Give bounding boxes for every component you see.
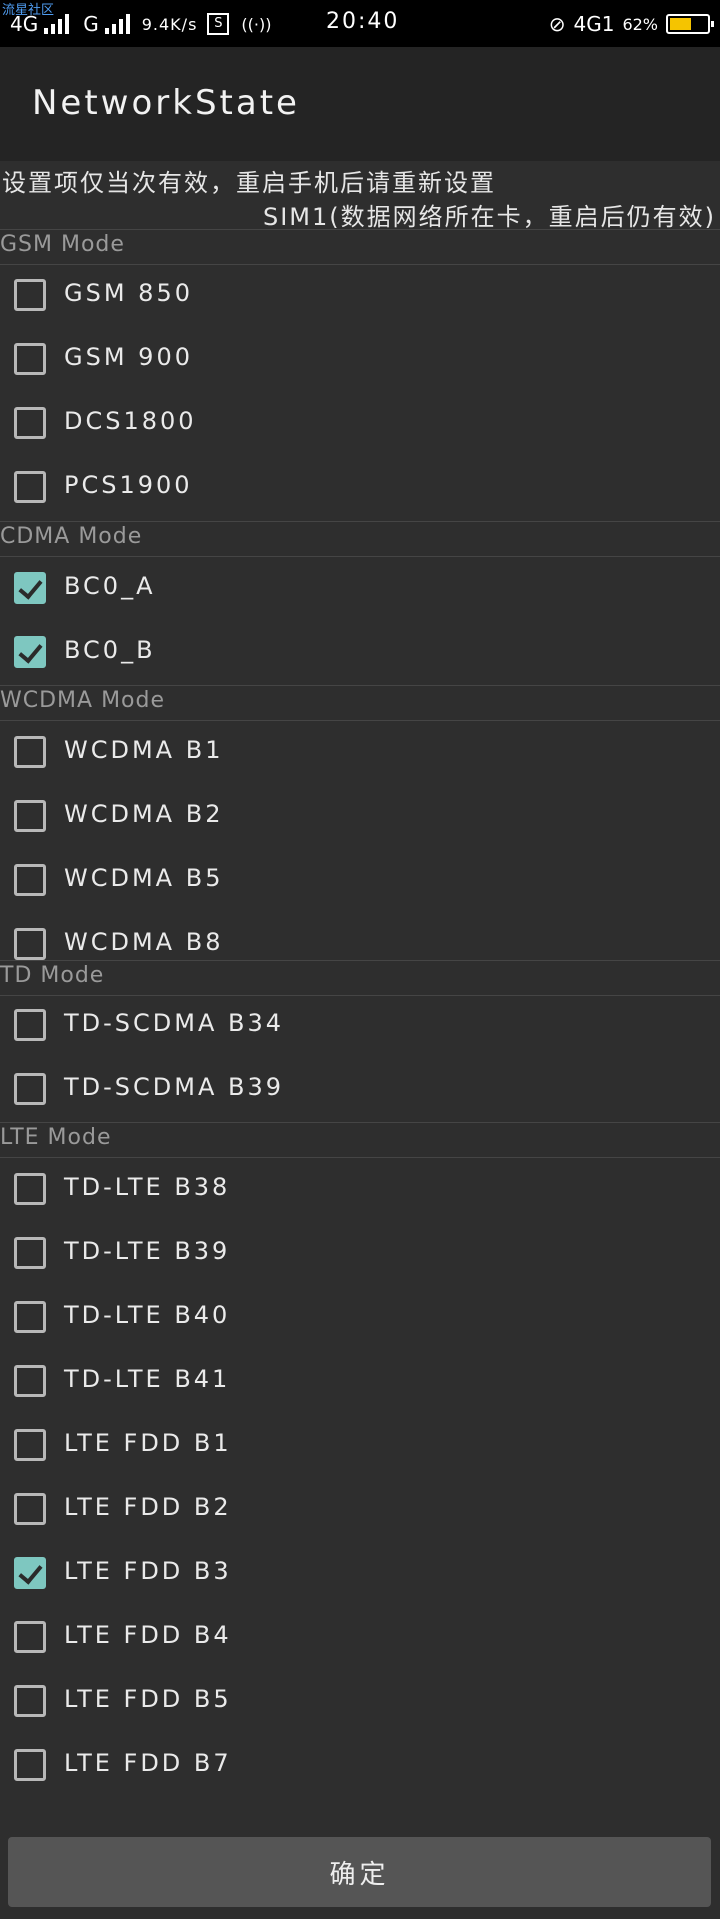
checkbox[interactable] [14,279,46,311]
band-option-label: LTE FDD B5 [64,1685,232,1713]
band-option-label: TD-LTE B39 [64,1237,231,1265]
app-title: NetworkState [32,83,300,123]
band-option-row[interactable]: WCDMA B5 [0,848,720,912]
band-option-label: TD-SCDMA B34 [64,1009,285,1037]
checkbox[interactable] [14,1237,46,1269]
notice-text: 设置项仅当次有效，重启手机后请重新设置 SIM1(数据网络所在卡，重启后仍有效) [0,161,720,231]
network-speed: 9.4K/s [141,14,198,34]
band-option-label: GSM 850 [64,279,193,307]
section-label: WCDMA Mode [0,688,166,713]
band-option-row[interactable]: LTE FDD B3 [0,1541,720,1605]
checkbox[interactable] [14,1429,46,1461]
status-right: ⊘ 4G1 62% [548,10,714,38]
status-left: 4G G 9.4K/s S ((·)) [10,10,271,38]
band-option-row[interactable]: LTE FDD B5 [0,1669,720,1733]
band-option-label: LTE FDD B7 [64,1749,232,1777]
checkbox[interactable] [14,864,46,896]
band-option-row[interactable]: BC0_A [0,556,720,620]
band-option-row[interactable]: LTE FDD B4 [0,1605,720,1669]
checkbox[interactable] [14,1685,46,1717]
section-label: CDMA Mode [0,524,143,549]
status-bar: 流星社区 4G G 9.4K/s S ((·)) 20:40 ⊘ 4G1 62% [0,0,720,47]
band-option-label: WCDMA B8 [64,928,224,956]
confirm-button[interactable]: 确定 [8,1837,711,1907]
mute-icon: ⊘ [548,12,566,36]
checkbox[interactable] [14,1621,46,1653]
network-type-1: 4G [10,12,39,36]
checkbox-checked[interactable] [14,572,46,604]
clock: 20:40 [326,9,400,34]
band-option-row[interactable]: LTE FDD B2 [0,1477,720,1541]
section-header-cdma: CDMA Mode [0,521,720,557]
band-option-label: GSM 900 [64,343,193,371]
s-app-icon: S [207,13,230,35]
checkbox[interactable] [14,343,46,375]
checkbox[interactable] [14,407,46,439]
band-option-row[interactable]: TD-LTE B39 [0,1221,720,1285]
signal-bars-icon [44,14,70,34]
section-header-lte: LTE Mode [0,1122,720,1158]
checkbox-checked[interactable] [14,1557,46,1589]
band-option-row[interactable]: TD-LTE B41 [0,1349,720,1413]
band-option-label: LTE FDD B1 [64,1429,232,1457]
checkbox[interactable] [14,800,46,832]
checkbox[interactable] [14,1173,46,1205]
band-option-row[interactable]: GSM 850 [0,263,720,327]
battery-percent: 62% [622,14,658,34]
band-option-label: LTE FDD B4 [64,1621,232,1649]
section-header-wcdma: WCDMA Mode [0,685,720,721]
notice-line-2: SIM1(数据网络所在卡，重启后仍有效) [262,203,716,231]
band-option-row[interactable]: PCS1900 [0,455,720,519]
section-header-gsm: GSM Mode [0,229,720,265]
network-type-right: 4G1 [573,12,615,36]
battery-fill [670,18,691,30]
band-option-row[interactable]: WCDMA B8 [0,912,720,976]
battery-icon [666,14,714,34]
notice-line-1: 设置项仅当次有效，重启手机后请重新设置 [2,169,496,197]
checkbox[interactable] [14,1365,46,1397]
hotspot-icon: ((·)) [241,14,272,34]
checkbox[interactable] [14,928,46,960]
band-option-row[interactable]: BC0_B [0,620,720,684]
checkbox[interactable] [14,1749,46,1781]
band-option-label: TD-SCDMA B39 [64,1073,285,1101]
band-option-label: BC0_B [64,636,156,664]
band-option-label: WCDMA B2 [64,800,224,828]
band-option-label: DCS1800 [64,407,197,435]
band-option-label: TD-LTE B38 [64,1173,231,1201]
band-option-label: WCDMA B1 [64,736,224,764]
band-option-row[interactable]: WCDMA B2 [0,784,720,848]
band-option-row[interactable]: TD-SCDMA B34 [0,993,720,1057]
band-option-label: WCDMA B5 [64,864,224,892]
checkbox[interactable] [14,1493,46,1525]
band-option-row[interactable]: WCDMA B1 [0,720,720,784]
band-option-row[interactable]: LTE FDD B7 [0,1733,720,1797]
app-bar: NetworkState [0,47,720,161]
section-label: GSM Mode [0,232,125,257]
band-option-row[interactable]: GSM 900 [0,327,720,391]
section-label: LTE Mode [0,1125,112,1150]
band-option-label: BC0_A [64,572,156,600]
checkbox[interactable] [14,471,46,503]
band-option-row[interactable]: DCS1800 [0,391,720,455]
checkbox[interactable] [14,736,46,768]
band-option-row[interactable]: TD-SCDMA B39 [0,1057,720,1121]
checkbox-checked[interactable] [14,636,46,668]
band-option-label: TD-LTE B40 [64,1301,231,1329]
band-option-row[interactable]: TD-LTE B40 [0,1285,720,1349]
band-option-label: LTE FDD B3 [64,1557,232,1585]
signal-bars-icon [104,14,130,34]
band-option-label: PCS1900 [64,471,193,499]
checkbox[interactable] [14,1301,46,1333]
band-option-row[interactable]: LTE FDD B1 [0,1413,720,1477]
band-option-label: LTE FDD B2 [64,1493,232,1521]
band-option-label: TD-LTE B41 [64,1365,231,1393]
checkbox[interactable] [14,1009,46,1041]
band-option-row[interactable]: TD-LTE B38 [0,1157,720,1221]
network-type-2: G [83,12,99,36]
list-bottom-fade [0,1822,720,1836]
checkbox[interactable] [14,1073,46,1105]
